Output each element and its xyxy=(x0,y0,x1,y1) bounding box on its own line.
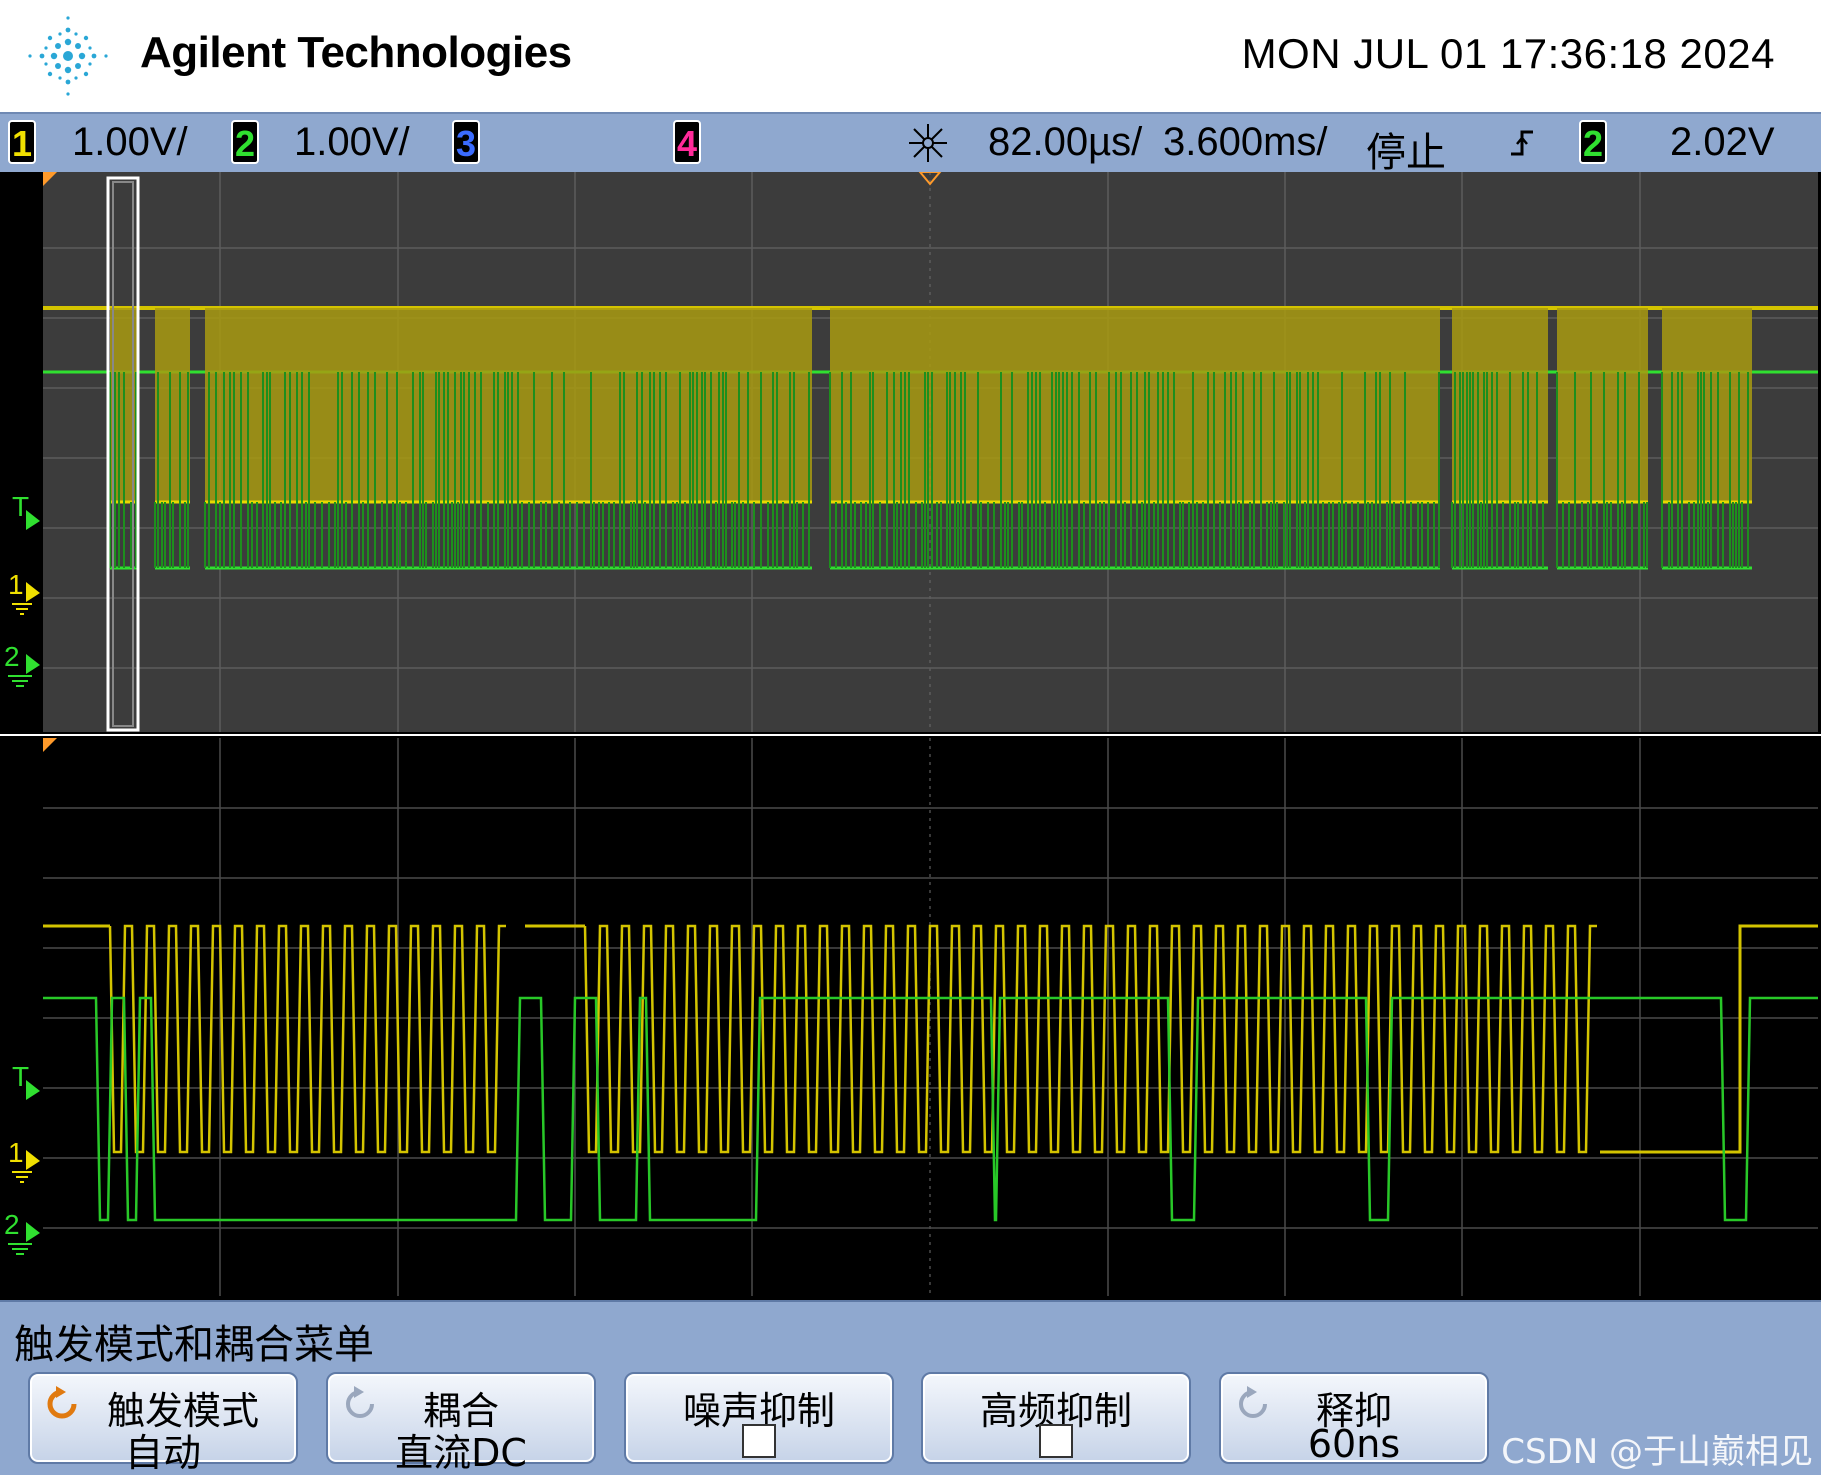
acquisition-icon xyxy=(909,124,947,162)
holdoff-value: 60ns xyxy=(1307,1422,1401,1466)
header-bar: Agilent Technologies MON JUL 01 17:36:18… xyxy=(0,0,1821,112)
svg-text:1: 1 xyxy=(8,1137,24,1168)
channel-2-badge[interactable]: 2 xyxy=(231,120,259,164)
channel-3-badge[interactable]: 3 xyxy=(452,120,480,164)
holdoff-softkey[interactable]: 释抑 60ns xyxy=(1219,1372,1489,1466)
channel-1-scale: 1.00V/ xyxy=(72,120,188,164)
brand-name: Agilent Technologies xyxy=(140,28,572,77)
hf-reject-softkey[interactable]: 高频抑制 xyxy=(921,1372,1191,1464)
noise-reject-checkbox[interactable] xyxy=(742,1424,776,1458)
trigger-mode-softkey[interactable]: 触发模式 自动 xyxy=(28,1372,298,1475)
hf-reject-checkbox[interactable] xyxy=(1039,1424,1073,1458)
date-time: MON JUL 01 17:36:18 2024 xyxy=(1241,30,1775,77)
time-reference: 82.00µs/ xyxy=(988,120,1143,164)
svg-text:1: 1 xyxy=(8,569,24,600)
time-scale: 3.600ms/ xyxy=(1163,120,1328,164)
ch1-burst-envelope xyxy=(1557,308,1648,502)
waveform-display[interactable]: T 1 2 T 1 2 xyxy=(0,172,1821,1300)
menu-title: 触发模式和耦合菜单 xyxy=(14,1322,374,1368)
agilent-spark-logo-icon xyxy=(28,16,108,96)
ch1-burst-envelope xyxy=(155,308,190,502)
lower-trigger-marker: T xyxy=(12,1061,40,1100)
svg-text:2: 2 xyxy=(4,641,20,672)
watermark: CSDN @于山巅相见 xyxy=(1501,1432,1813,1472)
channel-status-bar: 1 1.00V/ 2 1.00V/ 3 4 82.00µs/ 3.600ms/ … xyxy=(0,112,1821,176)
channel-2-scale: 1.00V/ xyxy=(294,120,410,164)
trigger-source-badge[interactable]: 2 xyxy=(1579,120,1607,164)
softkey-menu: 触发模式和耦合菜单 触发模式 自动 耦合 直流DC 噪声抑制 高频抑制 释抑 6… xyxy=(0,1300,1821,1475)
svg-text:2: 2 xyxy=(4,1209,20,1240)
run-stop-state: 停止 xyxy=(1366,130,1446,176)
channel-4-badge[interactable]: 4 xyxy=(673,120,701,164)
noise-reject-softkey[interactable]: 噪声抑制 xyxy=(624,1372,894,1464)
lower-ch1-ground-marker: 1 xyxy=(8,1137,40,1183)
trigger-edge-icon xyxy=(1511,130,1533,156)
coupling-value: 直流DC xyxy=(395,1431,527,1475)
lower-ch2-ground-marker: 2 xyxy=(4,1209,40,1255)
coupling-softkey[interactable]: 耦合 直流DC xyxy=(326,1372,596,1475)
trigger-mode-value: 自动 xyxy=(124,1431,201,1475)
channel-1-badge[interactable]: 1 xyxy=(8,120,36,164)
ch1-burst-envelope xyxy=(830,308,1440,502)
trigger-level: 2.02V xyxy=(1670,120,1775,164)
